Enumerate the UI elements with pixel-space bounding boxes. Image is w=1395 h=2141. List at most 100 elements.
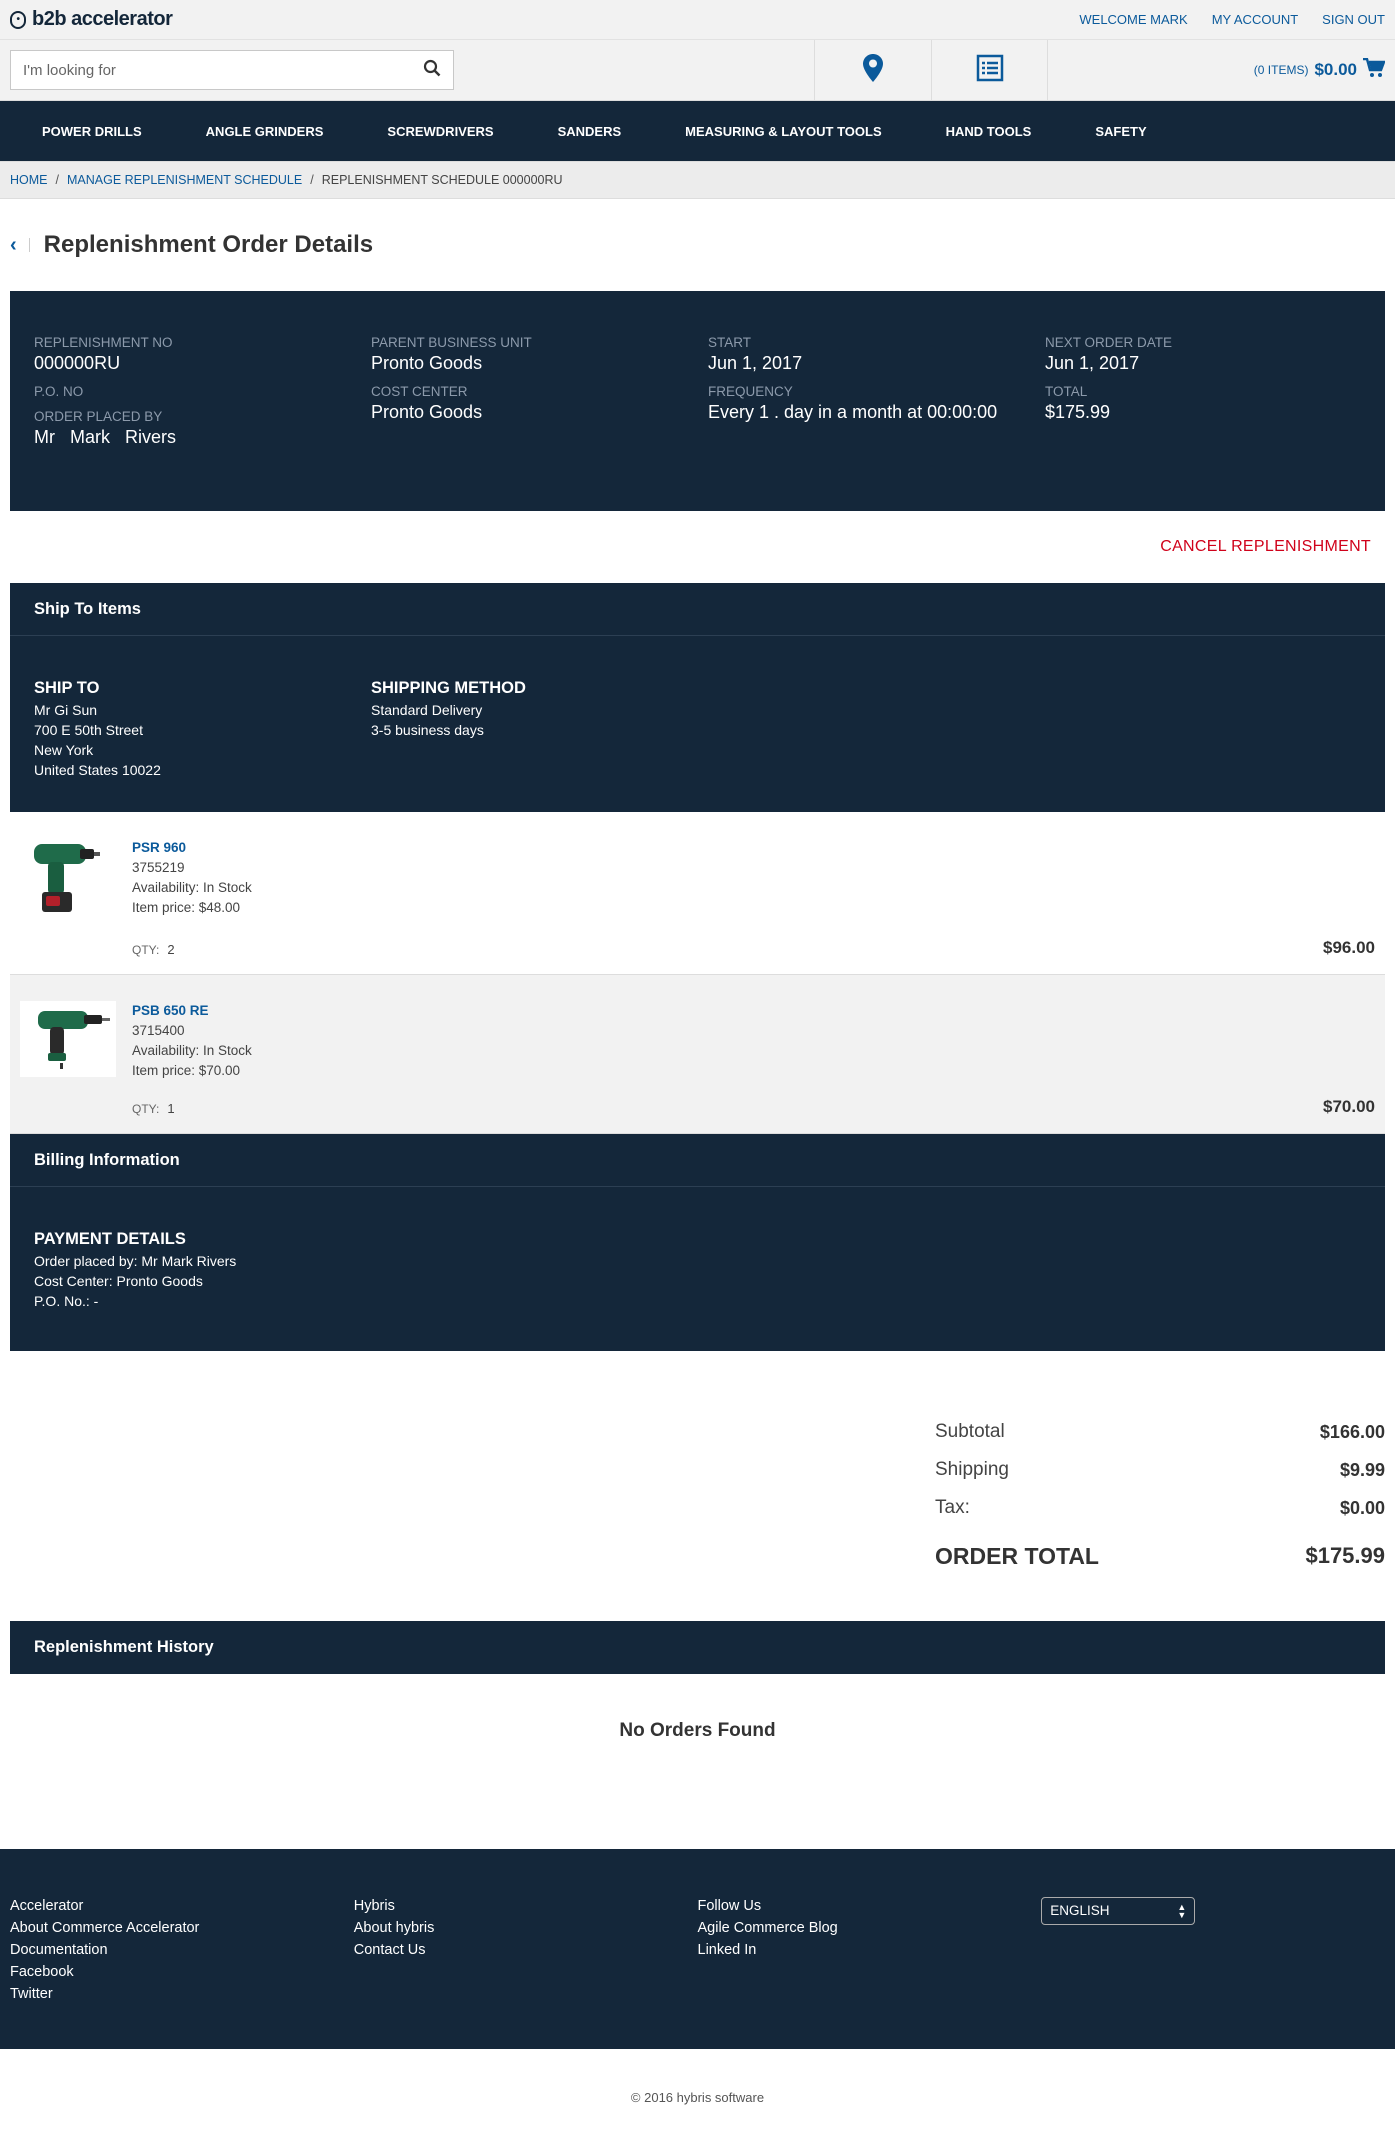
product-code: 3755219 bbox=[132, 860, 185, 875]
search-icon[interactable] bbox=[423, 59, 441, 82]
nav-measuring-layout-tools[interactable]: MEASURING & LAYOUT TOOLS bbox=[685, 124, 881, 139]
item-quantity: QTY: 1 bbox=[132, 1099, 252, 1119]
item-info: PSR 960 3755219 Availability: In Stock I… bbox=[132, 838, 252, 960]
total-value: $175.99 bbox=[1045, 402, 1111, 422]
cost-center-label: COST CENTER bbox=[371, 384, 468, 399]
page-title: Replenishment Order Details bbox=[43, 231, 374, 258]
ship-to-country: United States 10022 bbox=[34, 762, 161, 778]
product-name-link[interactable]: PSR 960 bbox=[132, 838, 252, 858]
footer-link[interactable]: Facebook bbox=[10, 1961, 354, 1983]
search-input[interactable] bbox=[23, 61, 403, 79]
footer-heading: Hybris bbox=[353, 1898, 395, 1914]
footer-link[interactable]: Documentation bbox=[10, 1939, 354, 1961]
order-item: PSB 650 RE 3715400 Availability: In Stoc… bbox=[10, 975, 1385, 1134]
footer-col-accelerator: Accelerator About Commerce Accelerator D… bbox=[10, 1895, 354, 2049]
nav-safety[interactable]: SAFETY bbox=[1095, 124, 1146, 139]
breadcrumb: HOME / MANAGE REPLENISHMENT SCHEDULE / R… bbox=[0, 161, 1395, 199]
product-item-price: Item price: $48.00 bbox=[132, 900, 241, 915]
product-image-drill[interactable] bbox=[20, 838, 116, 914]
category-nav: POWER DRILLS ANGLE GRINDERS SCREWDRIVERS… bbox=[0, 101, 1395, 161]
nav-power-drills[interactable]: POWER DRILLS bbox=[42, 124, 142, 139]
product-name-link[interactable]: PSB 650 RE bbox=[132, 1001, 252, 1021]
shipping-method-time: 3-5 business days bbox=[371, 722, 484, 738]
ship-to-heading: Ship To Items bbox=[10, 583, 1385, 636]
cart-item-count: (0 ITEMS) bbox=[1253, 63, 1309, 77]
order-summary-panel: REPLENISHMENT NO 000000RU P.O. NO ORDER … bbox=[10, 291, 1385, 511]
ship-to-street: 700 E 50th Street bbox=[34, 722, 143, 738]
footer-link[interactable]: About Commerce Accelerator bbox=[10, 1917, 354, 1939]
nav-angle-grinders[interactable]: ANGLE GRINDERS bbox=[206, 124, 324, 139]
footer-col-language: ENGLISH ▲ ▼ bbox=[1041, 1895, 1385, 2049]
tax-value: $0.00 bbox=[1339, 1497, 1385, 1518]
footer-link[interactable]: Linked In bbox=[698, 1939, 1042, 1961]
total-label: TOTAL bbox=[1045, 384, 1088, 399]
footer-link[interactable]: About hybris bbox=[354, 1917, 698, 1939]
tax-row: Tax: $0.00 bbox=[935, 1489, 1385, 1527]
subtotal-label: Subtotal bbox=[935, 1421, 1005, 1442]
list-icon bbox=[976, 54, 1004, 87]
footer-link[interactable]: Twitter bbox=[10, 1983, 354, 2005]
order-total-value: $175.99 bbox=[1305, 1543, 1385, 1568]
nav-screwdrivers[interactable]: SCREWDRIVERS bbox=[387, 124, 493, 139]
order-placed-by-value: Mr Mark Rivers bbox=[34, 427, 176, 447]
logo-text: b2b accelerator bbox=[32, 8, 173, 30]
account-links: WELCOME MARK MY ACCOUNT SIGN OUT bbox=[1079, 12, 1385, 27]
shipping-method: SHIPPING METHOD Standard Delivery 3-5 bu… bbox=[371, 678, 708, 812]
select-arrows-icon: ▲ ▼ bbox=[1177, 1902, 1187, 1920]
order-item: PSR 960 3755219 Availability: In Stock I… bbox=[10, 812, 1385, 975]
nav-hand-tools[interactable]: HAND TOOLS bbox=[946, 124, 1032, 139]
product-image-impact-drill[interactable] bbox=[20, 1001, 116, 1077]
shipping-method-title: SHIPPING METHOD bbox=[371, 679, 526, 697]
copyright: © 2016 hybris software bbox=[0, 2049, 1395, 2141]
sign-out-link[interactable]: SIGN OUT bbox=[1322, 12, 1385, 27]
summary-col-4: NEXT ORDER DATE Jun 1, 2017 TOTAL $175.9… bbox=[1045, 335, 1382, 511]
cancel-replenishment-button[interactable]: CANCEL REPLENISHMENT bbox=[1160, 538, 1371, 556]
tax-label: Tax: bbox=[935, 1497, 970, 1518]
nav-sanders[interactable]: SANDERS bbox=[558, 124, 622, 139]
subtotal-value: $166.00 bbox=[1319, 1421, 1385, 1442]
replenishment-history-heading: Replenishment History bbox=[10, 1621, 1385, 1674]
footer-col-follow: Follow Us Agile Commerce Blog Linked In bbox=[698, 1895, 1042, 2049]
qty-value: 2 bbox=[167, 942, 175, 957]
order-placed-by-label: ORDER PLACED BY bbox=[34, 409, 163, 424]
mini-cart[interactable]: (0 ITEMS) $0.00 bbox=[1048, 57, 1395, 83]
payment-details-title: PAYMENT DETAILS bbox=[34, 1230, 186, 1248]
parent-business-unit-label: PARENT BUSINESS UNIT bbox=[371, 335, 532, 350]
quick-order-button[interactable] bbox=[931, 39, 1048, 101]
ship-to-title: SHIP TO bbox=[34, 679, 100, 697]
footer-link[interactable]: Agile Commerce Blog bbox=[698, 1917, 1042, 1939]
location-pin-icon bbox=[862, 53, 884, 88]
breadcrumb-separator: / bbox=[310, 173, 314, 187]
order-total-row: ORDER TOTAL $175.99 bbox=[935, 1537, 1385, 1575]
billing-heading: Billing Information bbox=[10, 1134, 1385, 1187]
footer-link[interactable]: Contact Us bbox=[354, 1939, 698, 1961]
footer-col-hybris: Hybris About hybris Contact Us bbox=[354, 1895, 698, 2049]
cost-center-value: Pronto Goods bbox=[371, 402, 483, 422]
parent-business-unit-value: Pronto Goods bbox=[371, 353, 483, 373]
footer: Accelerator About Commerce Accelerator D… bbox=[0, 1849, 1395, 2049]
start-label: START bbox=[708, 335, 752, 350]
language-select[interactable]: ENGLISH ▲ ▼ bbox=[1041, 1897, 1196, 1925]
breadcrumb-manage-schedule[interactable]: MANAGE REPLENISHMENT SCHEDULE bbox=[67, 173, 302, 187]
frequency-value: Every 1 . day in a month at 00:00:00 bbox=[708, 402, 998, 422]
ship-to-address: SHIP TO Mr Gi Sun 700 E 50th Street New … bbox=[34, 678, 371, 812]
order-total-label: ORDER TOTAL bbox=[935, 1542, 1099, 1569]
footer-heading: Follow Us bbox=[697, 1898, 762, 1914]
store-finder-button[interactable] bbox=[814, 39, 931, 101]
back-chevron-icon[interactable]: ‹ bbox=[10, 235, 30, 255]
qty-label: QTY: bbox=[132, 943, 160, 957]
item-info: PSB 650 RE 3715400 Availability: In Stoc… bbox=[132, 1001, 252, 1119]
breadcrumb-home[interactable]: HOME bbox=[10, 173, 48, 187]
ship-to-name: Mr Gi Sun bbox=[34, 702, 98, 718]
product-availability: Availability: In Stock bbox=[132, 1043, 252, 1058]
qty-label: QTY: bbox=[132, 1102, 160, 1116]
po-no-label: P.O. NO bbox=[34, 384, 84, 399]
main-content: ‹ Replenishment Order Details REPLENISHM… bbox=[0, 199, 1395, 1849]
breadcrumb-current: REPLENISHMENT SCHEDULE 000000RU bbox=[321, 173, 563, 187]
logo-icon: • bbox=[10, 10, 26, 29]
replenishment-no-label: REPLENISHMENT NO bbox=[34, 335, 173, 350]
site-logo[interactable]: • b2b accelerator bbox=[10, 8, 173, 31]
search-row: (0 ITEMS) $0.00 bbox=[0, 39, 1395, 101]
welcome-link[interactable]: WELCOME MARK bbox=[1079, 12, 1187, 27]
my-account-link[interactable]: MY ACCOUNT bbox=[1212, 12, 1298, 27]
